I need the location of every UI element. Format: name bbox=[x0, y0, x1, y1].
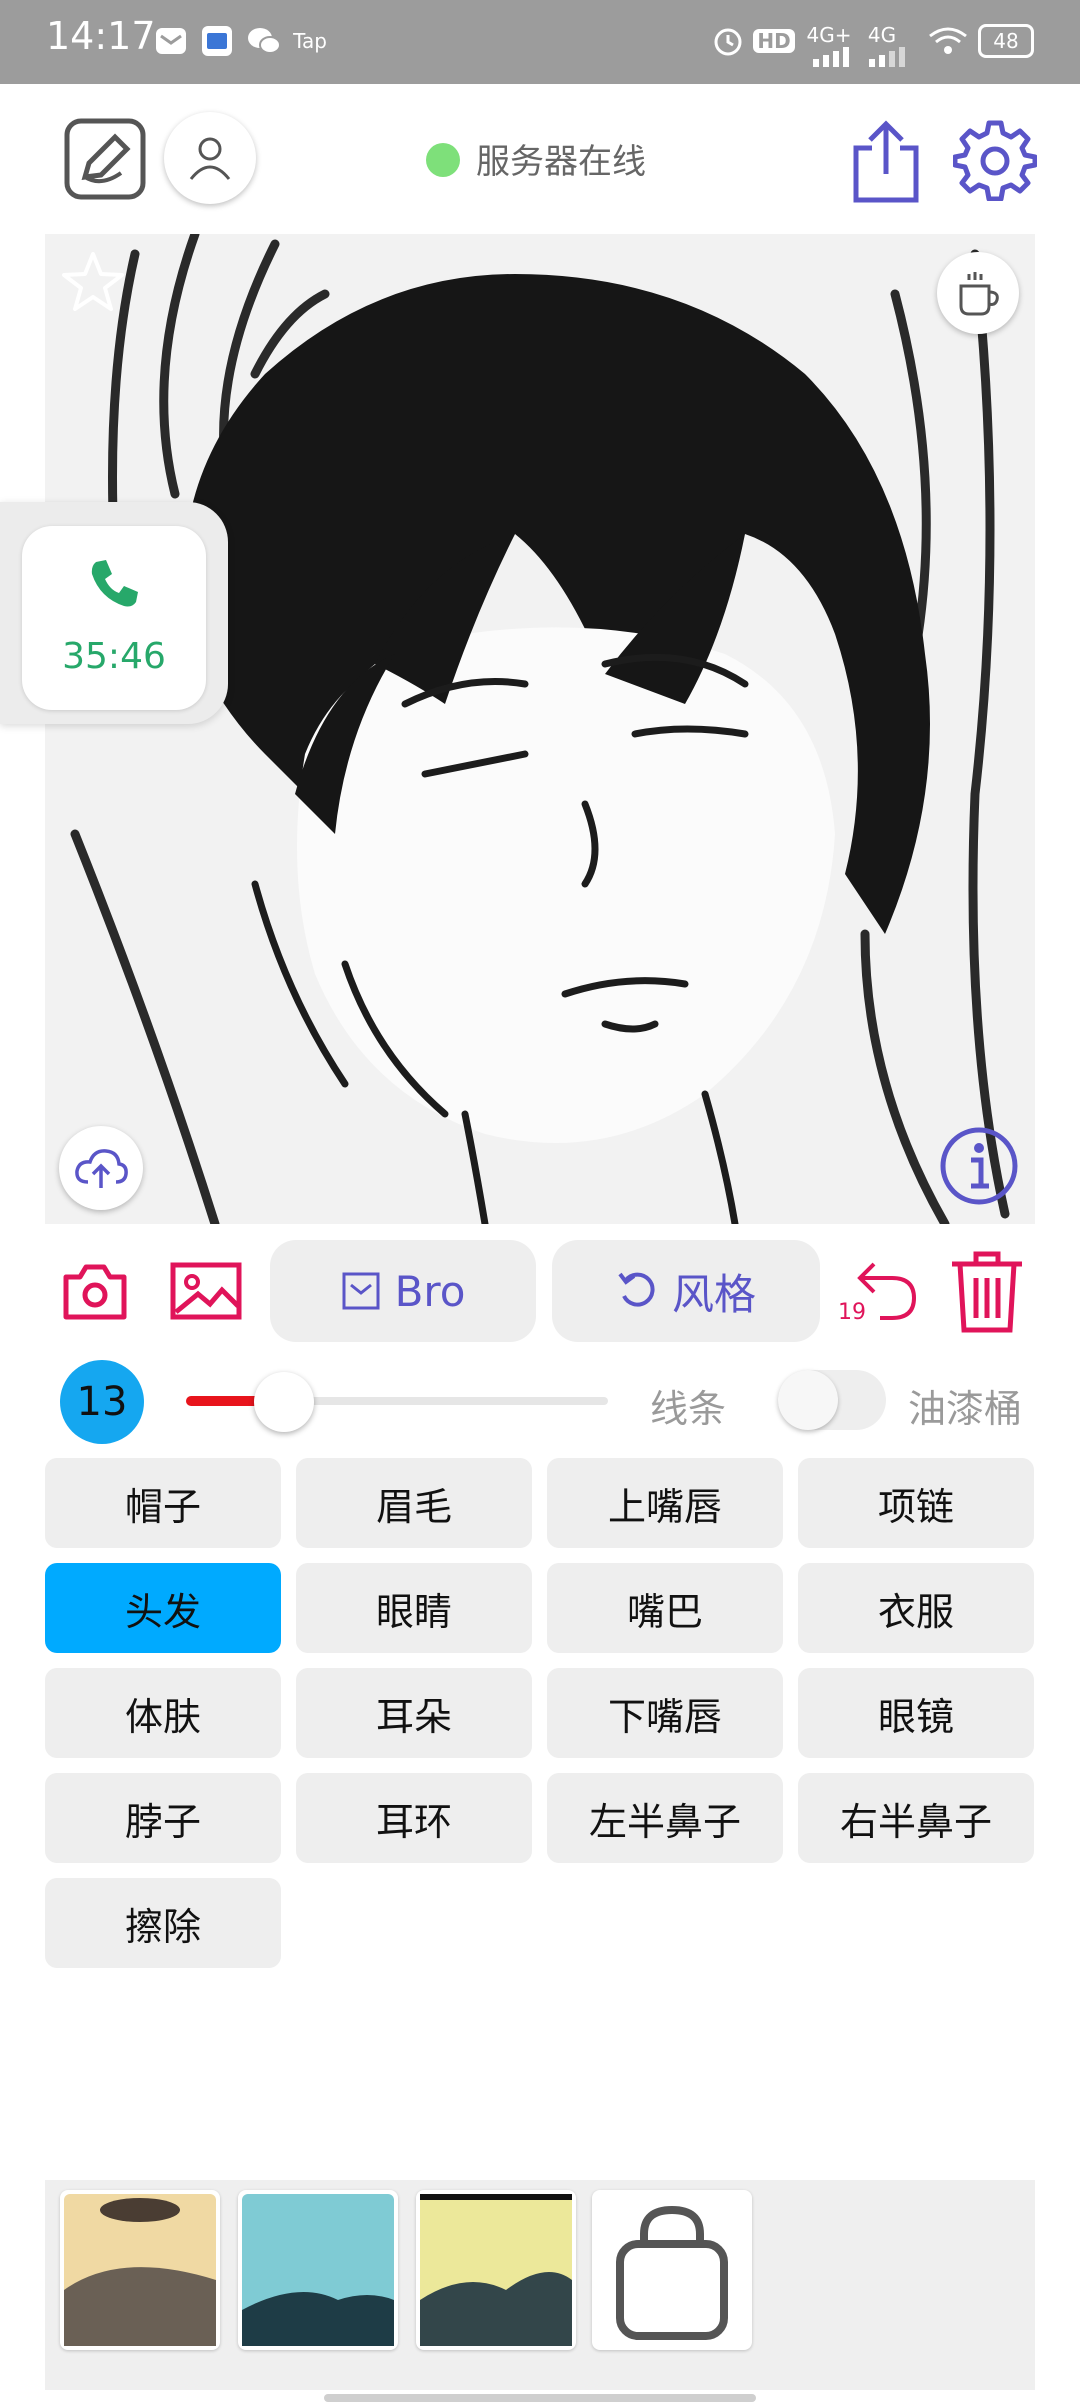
edit-sketch-button[interactable] bbox=[62, 116, 148, 202]
shop-button[interactable] bbox=[592, 2190, 752, 2350]
thumbnail-3[interactable] bbox=[416, 2190, 576, 2350]
style-button[interactable]: 风格 bbox=[552, 1240, 820, 1342]
part-button[interactable]: 眉毛 bbox=[296, 1458, 532, 1548]
checkbox-icon bbox=[342, 1272, 380, 1310]
part-button[interactable]: 眼睛 bbox=[296, 1563, 532, 1653]
part-button[interactable]: 擦除 bbox=[45, 1878, 281, 1968]
bro-button[interactable]: Bro bbox=[270, 1240, 536, 1342]
info-icon bbox=[940, 1127, 1018, 1205]
rotate-icon bbox=[618, 1272, 655, 1307]
part-button[interactable]: 上嘴唇 bbox=[547, 1458, 783, 1548]
part-button[interactable]: 右半鼻子 bbox=[798, 1773, 1034, 1863]
info-button[interactable] bbox=[939, 1126, 1019, 1206]
server-status-text: 服务器在线 bbox=[476, 142, 646, 182]
image-icon bbox=[170, 1262, 242, 1320]
edit-icon bbox=[64, 118, 146, 200]
shopping-bag-icon bbox=[616, 2205, 728, 2340]
delete-button[interactable] bbox=[944, 1246, 1030, 1336]
share-button[interactable] bbox=[846, 116, 926, 206]
part-button[interactable]: 脖子 bbox=[45, 1773, 281, 1863]
part-button[interactable]: 衣服 bbox=[798, 1563, 1034, 1653]
home-indicator bbox=[324, 2394, 756, 2402]
coffee-button[interactable] bbox=[937, 252, 1019, 334]
thumbnail-2[interactable] bbox=[238, 2190, 398, 2350]
bucket-toggle-knob[interactable] bbox=[778, 1370, 838, 1430]
wechat-icon bbox=[244, 24, 284, 58]
mail-icon bbox=[154, 24, 188, 58]
battery-icon: 48 bbox=[976, 24, 1036, 58]
call-duration: 35:46 bbox=[62, 636, 166, 677]
cloud-upload-icon bbox=[75, 1149, 128, 1188]
brush-size-badge: 13 bbox=[60, 1360, 144, 1444]
hd-badge: HD bbox=[752, 24, 796, 58]
part-button[interactable]: 耳朵 bbox=[296, 1668, 532, 1758]
part-button[interactable]: 头发 bbox=[45, 1563, 281, 1653]
style-label: 风格 bbox=[671, 1269, 756, 1319]
part-button[interactable]: 项链 bbox=[798, 1458, 1034, 1548]
zhihu-icon bbox=[200, 24, 234, 58]
part-button[interactable]: 下嘴唇 bbox=[547, 1668, 783, 1758]
part-button[interactable]: 眼镜 bbox=[798, 1668, 1034, 1758]
bro-label: Bro bbox=[394, 1266, 466, 1316]
tap-label: Tap bbox=[293, 29, 327, 53]
settings-button[interactable] bbox=[950, 114, 1040, 204]
coffee-cup-icon bbox=[959, 272, 999, 316]
status-time: 14:17 bbox=[46, 14, 156, 58]
trash-icon bbox=[952, 1251, 1022, 1333]
signal1-icon bbox=[808, 40, 854, 74]
star-icon bbox=[62, 252, 124, 311]
part-button[interactable]: 体肤 bbox=[45, 1668, 281, 1758]
user-icon bbox=[189, 137, 231, 180]
share-icon bbox=[853, 120, 919, 203]
camera-button[interactable] bbox=[60, 1256, 130, 1326]
camera-icon bbox=[63, 1264, 127, 1320]
server-status-dot bbox=[426, 143, 460, 177]
signal2-icon bbox=[864, 40, 910, 74]
gallery-button[interactable] bbox=[168, 1256, 244, 1326]
hd-label: HD bbox=[753, 29, 795, 53]
paint-bucket-label: 油漆桶 bbox=[908, 1387, 1023, 1431]
profile-button[interactable] bbox=[164, 112, 256, 204]
wifi-icon bbox=[926, 24, 970, 58]
brush-slider-thumb[interactable] bbox=[254, 1372, 314, 1432]
part-button[interactable]: 嘴巴 bbox=[547, 1563, 783, 1653]
part-button[interactable]: 左半鼻子 bbox=[547, 1773, 783, 1863]
part-button[interactable]: 帽子 bbox=[45, 1458, 281, 1548]
favorite-button[interactable] bbox=[59, 248, 127, 316]
sketch-portrait-image bbox=[45, 234, 1035, 1224]
alarm-icon bbox=[710, 24, 746, 58]
line-mode-label: 线条 bbox=[650, 1387, 727, 1431]
sketch-canvas[interactable] bbox=[45, 234, 1035, 1224]
gear-icon bbox=[953, 120, 1037, 201]
part-button[interactable]: 耳环 bbox=[296, 1773, 532, 1863]
phone-icon bbox=[86, 556, 142, 612]
battery-level: 48 bbox=[978, 24, 1034, 58]
call-card[interactable] bbox=[22, 526, 206, 710]
upload-cloud-button[interactable] bbox=[59, 1126, 143, 1210]
undo-count: 19 bbox=[838, 1300, 866, 1325]
thumbnail-1[interactable] bbox=[60, 2190, 220, 2350]
